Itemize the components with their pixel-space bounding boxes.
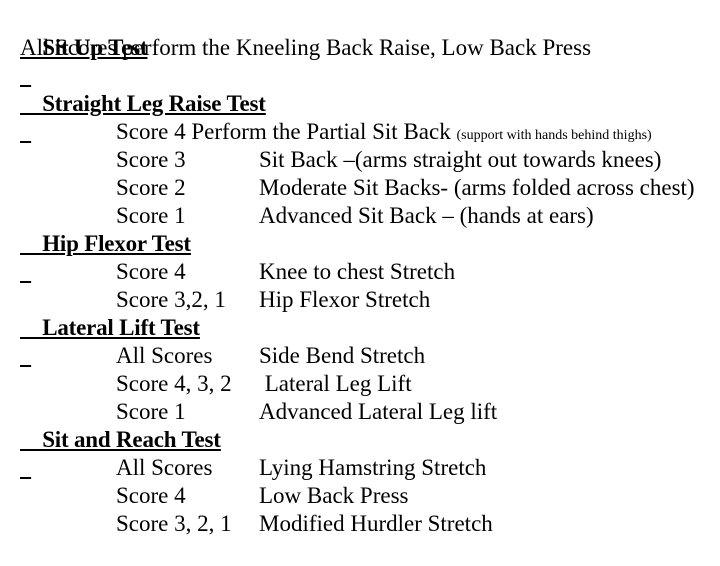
score-label: Score 3	[116, 147, 186, 172]
score-description-text: Advanced Sit Back – (hands at ears)	[259, 203, 594, 228]
section-heading-label: Hip Flexor Test	[42, 231, 191, 256]
section-heading-label: Straight Leg Raise Test	[42, 91, 266, 116]
score-label: Score 4	[116, 483, 186, 508]
score-description-text: Moderate Sit Backs- (arms folded across …	[259, 175, 695, 200]
score-description-text: Hip Flexor Stretch	[259, 287, 431, 312]
score-description-text: Side Bend Stretch	[259, 343, 426, 368]
score-label: Score 4	[116, 259, 186, 284]
section-heading-straight-leg-raise-test: Straight Leg Raise Test	[0, 62, 720, 116]
section-heading-label: Lateral Lift Test	[42, 315, 200, 340]
score-label: Score 2	[116, 175, 186, 200]
score-label: Score 3, 2, 1	[116, 511, 232, 536]
score-description-text: Sit Back –(arms straight out towards kne…	[259, 147, 662, 172]
section-heading-sit-up-test: Sit Up Test	[0, 6, 720, 60]
section-heading-label: Sit and Reach Test	[42, 427, 221, 452]
score-label: All Scores	[116, 455, 213, 480]
score-description-text: Perform the Partial Sit Back	[191, 119, 451, 144]
score-description-note: (support with hands behind thighs)	[456, 128, 652, 143]
score-description-text: Knee to chest Stretch	[259, 259, 456, 284]
score-label: Score 1	[116, 203, 186, 228]
score-description-text: Modified Hurdler Stretch	[259, 511, 493, 536]
slide-body: Sit Up Test All Scores perform the Kneel…	[0, 0, 720, 540]
score-label: Score 4	[116, 119, 186, 144]
score-label: Score 4, 3, 2	[116, 371, 232, 396]
score-label: Score 3,2, 1	[116, 287, 226, 312]
score-description-text: Lying Hamstring Stretch	[259, 455, 487, 480]
score-label: Score 1	[116, 399, 186, 424]
score-description-text: Low Back Press	[259, 483, 409, 508]
score-label: All Scores	[116, 343, 213, 368]
score-description-text: Advanced Lateral Leg lift	[259, 399, 498, 424]
score-description-text: Lateral Leg Lift	[259, 371, 412, 396]
section-subtitle-sit-up-test: All Scores perform the Kneeling Back Rai…	[20, 35, 592, 60]
